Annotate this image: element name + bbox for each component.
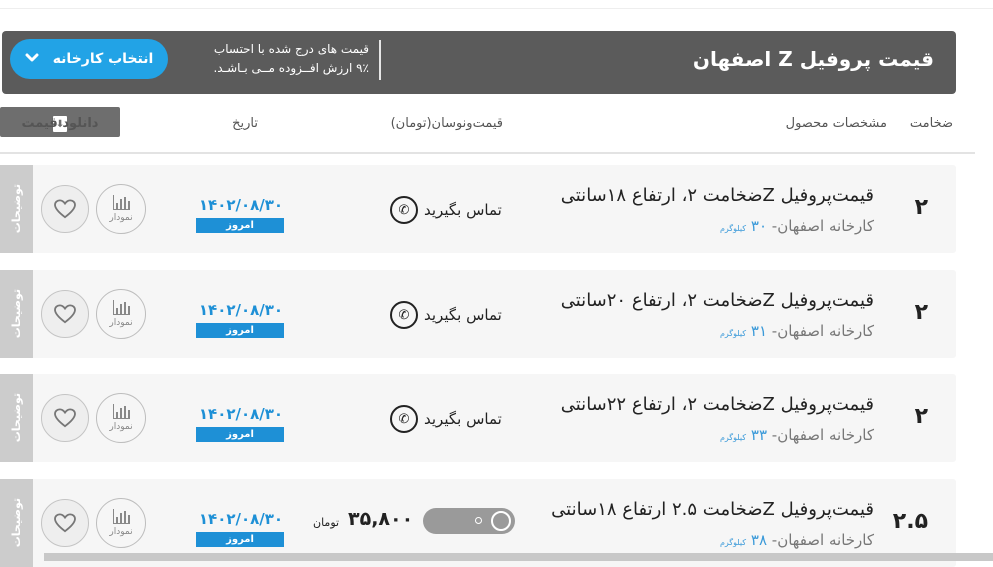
phone-icon: ✆: [390, 196, 418, 224]
chart-label: نمودار: [109, 422, 133, 432]
table-row: ۲ قیمت‌پروفیل Zضخامت ۲، ارتفاع ۱۸سانتی ک…: [0, 165, 956, 253]
notes-label: توضیحات: [10, 184, 23, 234]
toggle-knob: [491, 511, 511, 531]
product-sub: کارخانه اصفهان- ۳۱ کیلوگرم: [720, 322, 874, 340]
bar-chart-icon: [112, 195, 130, 210]
weight-unit: کیلوگرم: [719, 329, 747, 338]
today-badge: امروز: [196, 323, 284, 338]
notes-tab[interactable]: توضیحات: [0, 165, 33, 253]
chart-button[interactable]: نمودار: [96, 393, 146, 443]
vat-notice: قیمت های درج شده با احتساب ۹٪ ارزش افــز…: [179, 40, 381, 80]
notes-tab[interactable]: توضیحات: [0, 270, 33, 358]
favorite-button[interactable]: [41, 394, 89, 442]
column-thickness: ضخامت: [909, 116, 953, 131]
vat-notice-line1: قیمت های درج شده با احتساب: [213, 42, 369, 56]
favorite-button[interactable]: [41, 499, 89, 547]
heart-icon: [54, 408, 76, 428]
chart-button[interactable]: نمودار: [96, 184, 146, 234]
top-divider: [0, 0, 993, 9]
factory-name: کارخانه اصفهان-: [767, 322, 874, 340]
notes-tab[interactable]: توضیحات: [0, 479, 33, 567]
currency-label: تومان: [313, 516, 340, 529]
bar-chart-icon: [112, 404, 130, 419]
download-price-label: دانلود قیمت: [21, 116, 99, 131]
product-name-link[interactable]: قیمت‌پروفیل Zضخامت ۲، ارتفاع ۲۲سانتی: [561, 394, 874, 415]
row-thickness: ۲: [914, 195, 928, 220]
notes-label: توضیحات: [10, 393, 23, 443]
weight-value: ۳۰: [750, 217, 768, 235]
column-price: قیمت‌ونوسان(تومان): [390, 116, 503, 131]
price-date: ۱۴۰۲/۰۸/۳۰: [198, 301, 284, 319]
heart-icon: [54, 304, 76, 324]
weight-value: ۳۳: [750, 426, 768, 444]
select-factory-label: انتخاب کارخانه: [52, 51, 154, 67]
price-value: ۳۵,۸۰۰: [348, 508, 414, 530]
factory-name: کارخانه اصفهان-: [767, 217, 874, 235]
table-header: ضخامت مشخصات محصول قیمت‌ونوسان(تومان) تا…: [0, 107, 975, 154]
vat-notice-line2: ۹٪ ارزش افــزوده مــی بـاشـد.: [213, 61, 369, 75]
today-badge: امروز: [196, 218, 284, 233]
chart-label: نمودار: [109, 527, 133, 537]
today-badge: امروز: [196, 532, 284, 547]
bar-chart-icon: [112, 509, 130, 524]
today-badge: امروز: [196, 427, 284, 442]
factory-name: کارخانه اصفهان-: [767, 531, 874, 549]
horizontal-scrollbar[interactable]: [44, 553, 993, 561]
product-name-link[interactable]: قیمت‌پروفیل Zضخامت ۲.۵ ارتفاع ۱۸سانتی: [551, 499, 874, 520]
download-price-button[interactable]: ⬇ دانلود قیمت: [0, 107, 120, 137]
notes-label: توضیحات: [10, 498, 23, 548]
page-header-bar: قیمت پروفیل Z اصفهان قیمت های درج شده با…: [2, 31, 956, 94]
phone-icon: ✆: [390, 301, 418, 329]
weight-unit: کیلوگرم: [719, 433, 747, 442]
table-row: ۲ قیمت‌پروفیل Zضخامت ۲، ارتفاع ۲۰سانتی ک…: [0, 270, 956, 358]
column-date: تاریخ: [232, 116, 258, 131]
bar-chart-icon: [112, 300, 130, 315]
product-sub: کارخانه اصفهان- ۳۸ کیلوگرم: [720, 531, 874, 549]
favorite-button[interactable]: [41, 185, 89, 233]
weight-value: ۳۸: [750, 531, 768, 549]
contact-button[interactable]: تماس بگیرید ✆: [390, 405, 502, 433]
select-factory-button[interactable]: انتخاب کارخانه: [10, 39, 168, 79]
column-spec: مشخصات محصول: [785, 116, 887, 131]
product-name-link[interactable]: قیمت‌پروفیل Zضخامت ۲، ارتفاع ۲۰سانتی: [561, 290, 874, 311]
price-fluctuation-toggle[interactable]: [423, 508, 515, 534]
chart-button[interactable]: نمودار: [96, 289, 146, 339]
product-sub: کارخانه اصفهان- ۳۳ کیلوگرم: [720, 426, 874, 444]
product-sub: کارخانه اصفهان- ۳۰ کیلوگرم: [720, 217, 874, 235]
contact-button[interactable]: تماس بگیرید ✆: [390, 196, 502, 224]
heart-icon: [54, 199, 76, 219]
notes-label: توضیحات: [10, 289, 23, 339]
factory-name: کارخانه اصفهان-: [767, 426, 874, 444]
chevron-down-icon: [25, 51, 39, 67]
weight-unit: کیلوگرم: [719, 538, 747, 547]
product-name-link[interactable]: قیمت‌پروفیل Zضخامت ۲، ارتفاع ۱۸سانتی: [561, 185, 874, 206]
phone-icon: ✆: [390, 405, 418, 433]
heart-icon: [54, 513, 76, 533]
chart-label: نمودار: [109, 213, 133, 223]
page-title: قیمت پروفیل Z اصفهان: [692, 47, 934, 71]
notes-tab[interactable]: توضیحات: [0, 374, 33, 462]
contact-label: تماس بگیرید: [424, 306, 502, 324]
contact-label: تماس بگیرید: [424, 410, 502, 428]
weight-unit: کیلوگرم: [719, 224, 747, 233]
table-row: ۲ قیمت‌پروفیل Zضخامت ۲، ارتفاع ۲۲سانتی ک…: [0, 374, 956, 462]
price-date: ۱۴۰۲/۰۸/۳۰: [198, 196, 284, 214]
toggle-dot: [475, 517, 482, 524]
weight-value: ۳۱: [750, 322, 768, 340]
row-thickness: ۲: [914, 300, 928, 325]
contact-label: تماس بگیرید: [424, 201, 502, 219]
chart-label: نمودار: [109, 318, 133, 328]
row-thickness: ۲.۵: [892, 509, 928, 534]
price-date: ۱۴۰۲/۰۸/۳۰: [198, 405, 284, 423]
contact-button[interactable]: تماس بگیرید ✆: [390, 301, 502, 329]
row-thickness: ۲: [914, 404, 928, 429]
favorite-button[interactable]: [41, 290, 89, 338]
chart-button[interactable]: نمودار: [96, 498, 146, 548]
price-date: ۱۴۰۲/۰۸/۳۰: [198, 510, 284, 528]
